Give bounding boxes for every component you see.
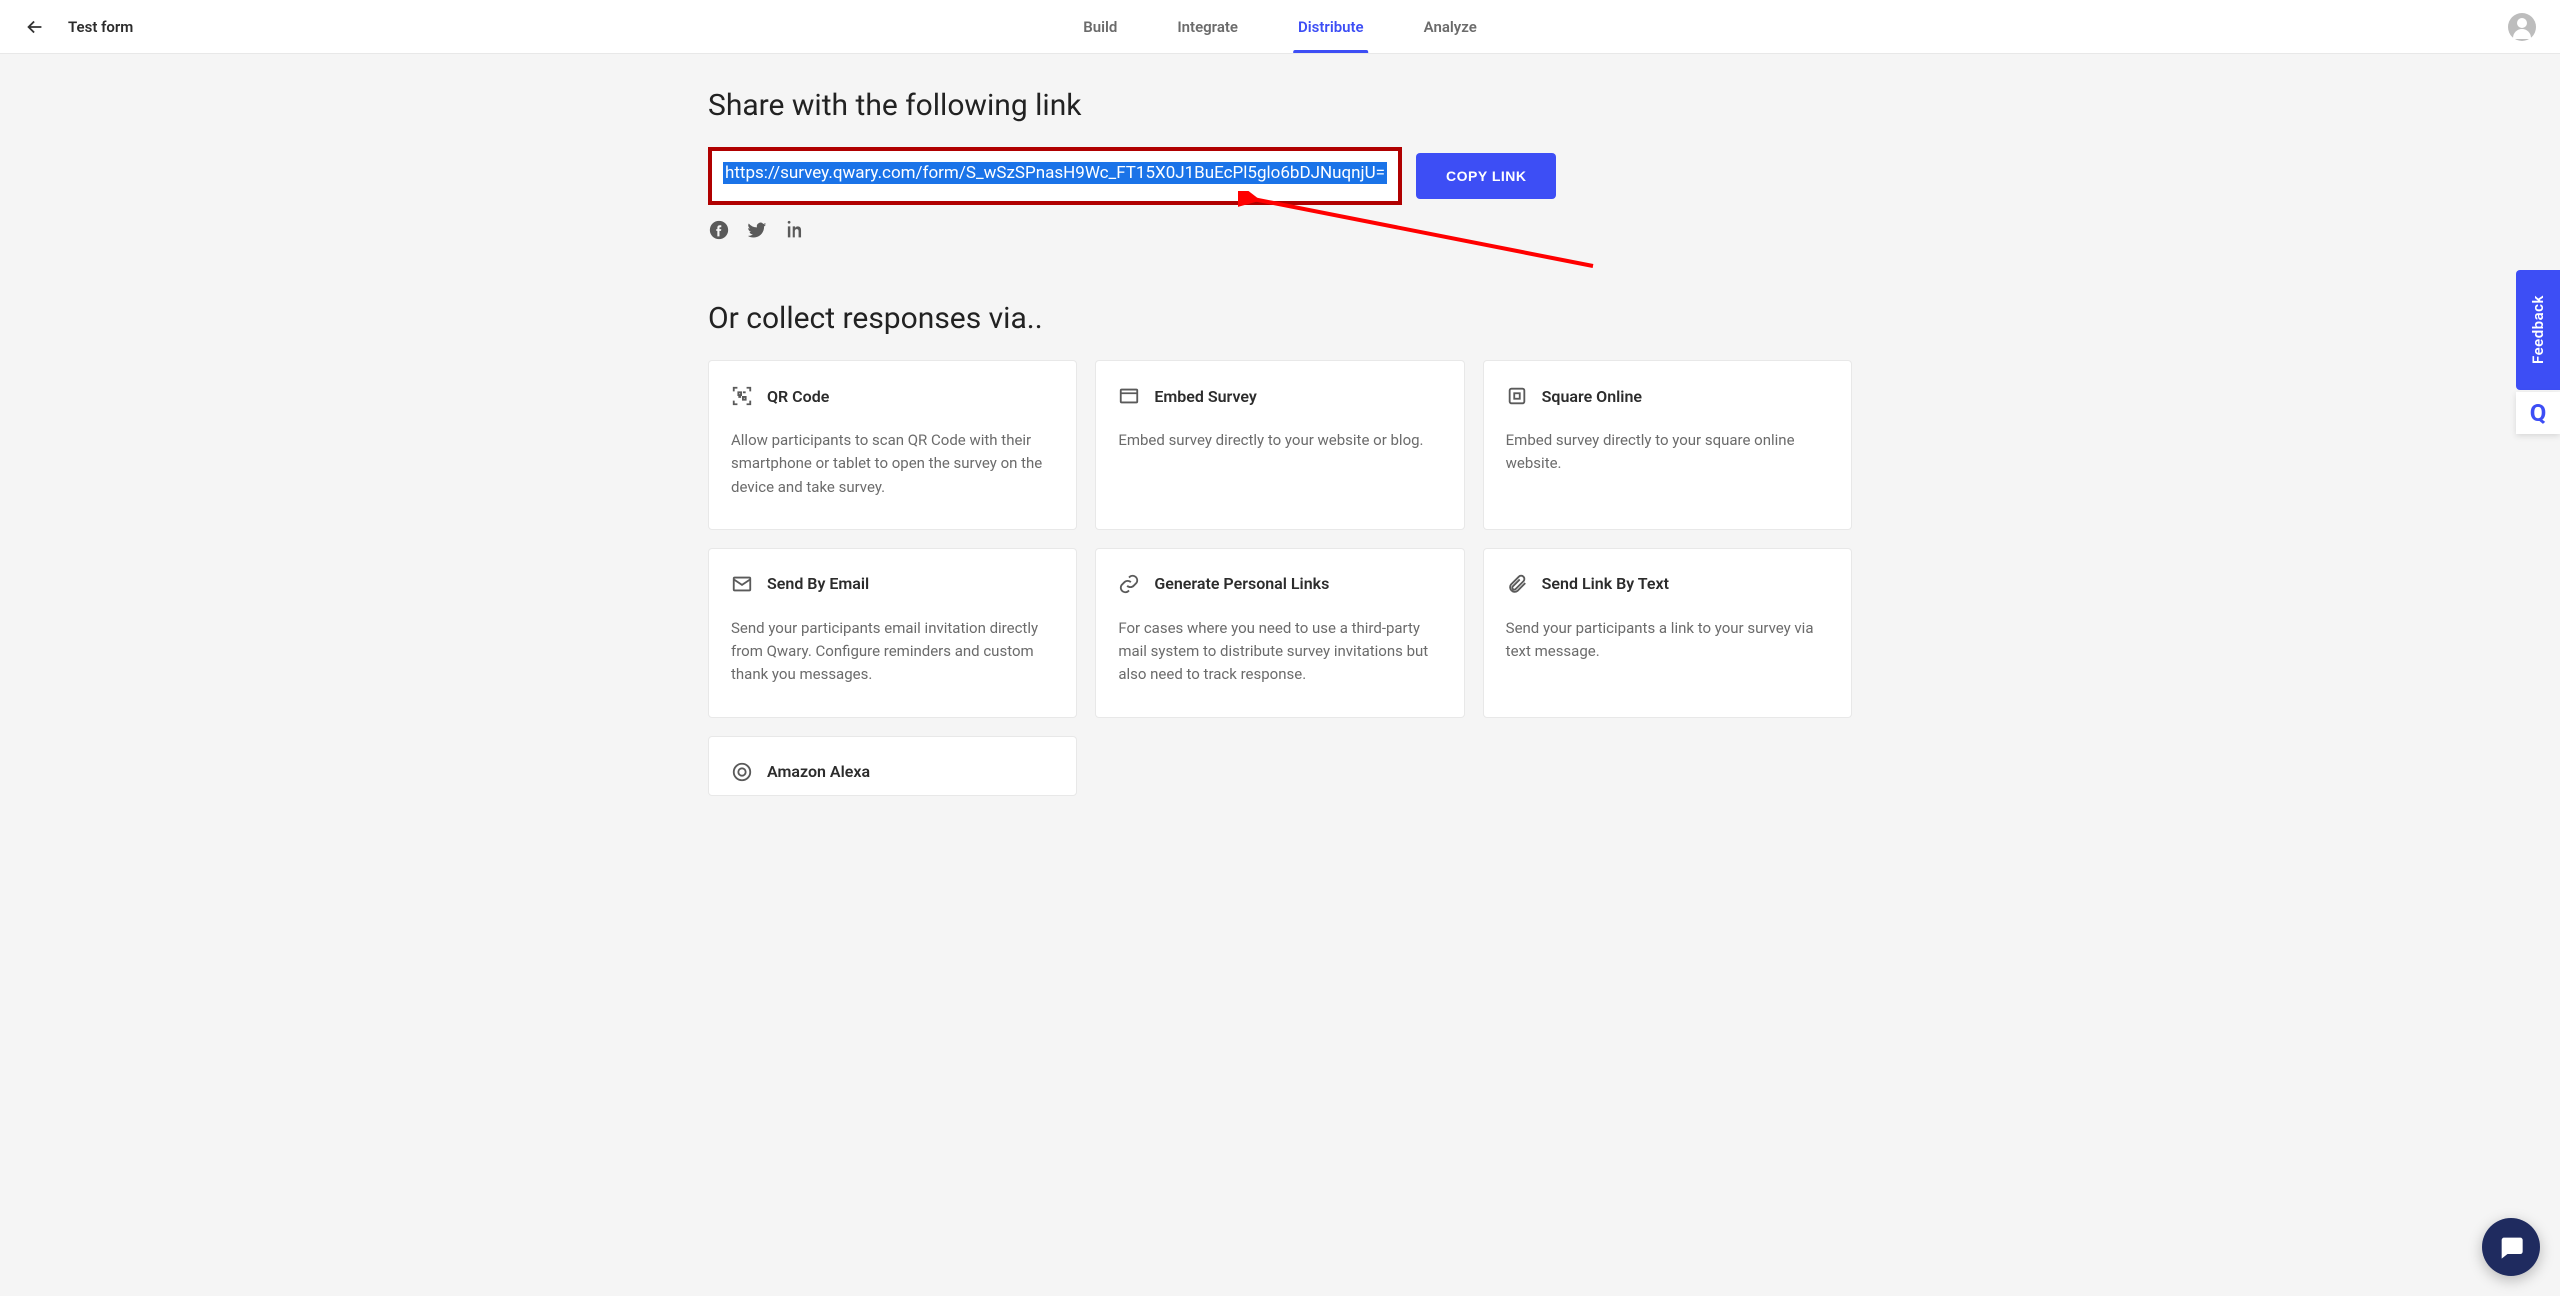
- share-row: https://survey.qwary.com/form/S_wSzSPnas…: [708, 147, 1852, 205]
- card-desc: Allow participants to scan QR Code with …: [731, 429, 1054, 499]
- square-icon: [1506, 385, 1528, 407]
- mail-icon: [731, 573, 753, 595]
- back-button[interactable]: [24, 16, 46, 38]
- card-desc: Embed survey directly to your website or…: [1118, 429, 1441, 452]
- form-title: Test form: [68, 18, 133, 36]
- social-share-row: [708, 219, 1852, 241]
- tab-analyze[interactable]: Analyze: [1394, 0, 1507, 53]
- option-square-online[interactable]: Square Online Embed survey directly to y…: [1483, 360, 1852, 530]
- browser-icon: [1118, 385, 1140, 407]
- arrow-left-icon: [24, 16, 46, 38]
- collect-options-grid: QR Code Allow participants to scan QR Co…: [708, 360, 1852, 796]
- chat-fab[interactable]: [2482, 1218, 2540, 1276]
- tab-build[interactable]: Build: [1053, 0, 1147, 53]
- share-url-highlight: https://survey.qwary.com/form/S_wSzSPnas…: [708, 147, 1402, 205]
- brand-badge[interactable]: Q: [2516, 392, 2560, 434]
- option-send-link-text[interactable]: Send Link By Text Send your participants…: [1483, 548, 1852, 718]
- paperclip-icon: [1506, 573, 1528, 595]
- card-desc: Embed survey directly to your square onl…: [1506, 429, 1829, 476]
- option-personal-links[interactable]: Generate Personal Links For cases where …: [1095, 548, 1464, 718]
- tab-integrate[interactable]: Integrate: [1147, 0, 1268, 53]
- option-embed-survey[interactable]: Embed Survey Embed survey directly to yo…: [1095, 360, 1464, 530]
- feedback-tab[interactable]: Feedback: [2516, 270, 2560, 390]
- option-qr-code[interactable]: QR Code Allow participants to scan QR Co…: [708, 360, 1077, 530]
- card-title: Generate Personal Links: [1154, 574, 1329, 593]
- card-title: Send Link By Text: [1542, 574, 1669, 593]
- twitter-icon[interactable]: [746, 219, 768, 241]
- collect-heading: Or collect responses via..: [708, 301, 1852, 336]
- copy-link-button[interactable]: COPY LINK: [1416, 153, 1556, 199]
- card-title: QR Code: [767, 387, 829, 406]
- alexa-icon: [731, 761, 753, 783]
- qr-icon: [731, 385, 753, 407]
- nav-tabs: Build Integrate Distribute Analyze: [1053, 0, 1507, 53]
- share-url-input[interactable]: https://survey.qwary.com/form/S_wSzSPnas…: [712, 151, 1398, 201]
- link-icon: [1118, 573, 1140, 595]
- card-desc: Send your participants email invitation …: [731, 617, 1054, 687]
- page-body: Share with the following link https://su…: [0, 54, 2560, 836]
- share-heading: Share with the following link: [708, 88, 1852, 123]
- chat-icon: [2497, 1233, 2525, 1261]
- share-url-text: https://survey.qwary.com/form/S_wSzSPnas…: [723, 162, 1387, 184]
- card-title: Square Online: [1542, 387, 1642, 406]
- avatar[interactable]: [2508, 13, 2536, 41]
- card-desc: For cases where you need to use a third-…: [1118, 617, 1441, 687]
- card-title: Amazon Alexa: [767, 762, 870, 781]
- top-bar: Test form Build Integrate Distribute Ana…: [0, 0, 2560, 54]
- option-send-by-email[interactable]: Send By Email Send your participants ema…: [708, 548, 1077, 718]
- option-amazon-alexa[interactable]: Amazon Alexa: [708, 736, 1077, 796]
- card-desc: Send your participants a link to your su…: [1506, 617, 1829, 664]
- facebook-icon[interactable]: [708, 219, 730, 241]
- linkedin-icon[interactable]: [784, 219, 806, 241]
- card-title: Embed Survey: [1154, 387, 1256, 406]
- card-title: Send By Email: [767, 574, 869, 593]
- content-container: Share with the following link https://su…: [708, 88, 1852, 796]
- tab-distribute[interactable]: Distribute: [1268, 0, 1394, 53]
